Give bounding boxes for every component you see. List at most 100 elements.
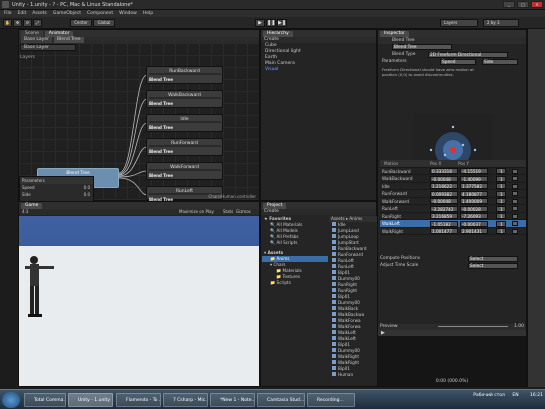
gizmos-toggle[interactable]: Gizmos: [236, 209, 251, 215]
pos-y-field[interactable]: -0.00037: [460, 220, 488, 227]
pos-y-field[interactable]: -7.26093: [460, 213, 488, 219]
desktop-toolbar[interactable]: Рабочий стол: [473, 393, 505, 398]
mirror-checkbox[interactable]: [512, 176, 518, 181]
pos-y-field[interactable]: -1.40099: [460, 175, 488, 182]
pos-x-field[interactable]: 3.216859: [430, 213, 458, 219]
pos-y-field[interactable]: 1.400009: [460, 198, 488, 204]
space-toggle[interactable]: Global: [93, 19, 115, 27]
hierarchy-item-visual[interactable]: Visual: [261, 67, 376, 73]
file-item[interactable]: Human: [329, 372, 377, 378]
pos-y-field[interactable]: 4.180877: [460, 190, 488, 197]
motion-row[interactable]: WalkForward -0.00048 1.400009 1: [380, 198, 526, 205]
time-scale-field[interactable]: 1: [496, 183, 506, 189]
pos-x-field[interactable]: -0.00048: [430, 198, 458, 204]
pos-x-field[interactable]: -1.05182: [430, 220, 458, 227]
layers-dropdown[interactable]: Layers: [440, 19, 478, 27]
param-side[interactable]: Side 0.0: [20, 191, 93, 198]
start-button[interactable]: [2, 392, 20, 408]
project-create[interactable]: Create: [261, 209, 376, 215]
hand-tool-button[interactable]: ✋: [3, 19, 12, 27]
time-scale-field[interactable]: 1: [496, 198, 506, 204]
motion-row[interactable]: RunLeft -3.282742 -0.00028 1: [380, 205, 526, 213]
menu-window[interactable]: Window: [119, 11, 137, 16]
animator-graph[interactable]: Base Layer Layers RunBackward Blend Tree…: [19, 43, 259, 213]
pos-x-field[interactable]: 0.333316: [430, 168, 458, 174]
time-scale-field[interactable]: 1: [496, 213, 506, 219]
time-scale-field[interactable]: 1: [496, 220, 506, 227]
motion-row[interactable]: WalkLeft -1.05182 -0.00037 1: [380, 220, 526, 228]
motion-row[interactable]: Idle 1.216622 1.377582 1: [380, 183, 526, 190]
aspect-dropdown[interactable]: 4:3: [19, 209, 28, 214]
adjust-time-scale-dropdown[interactable]: Select: [468, 263, 518, 269]
name-field[interactable]: Blend Tree: [392, 44, 452, 50]
menu-gameobject[interactable]: GameObject: [53, 11, 81, 16]
tab-hierarchy[interactable]: Hierarchy: [263, 30, 293, 37]
pos-x-field[interactable]: -0.00048: [430, 175, 458, 182]
game-viewport[interactable]: [19, 216, 259, 386]
mirror-checkbox[interactable]: [512, 206, 518, 211]
clock[interactable]: 16:21: [530, 393, 543, 398]
close-button[interactable]: ✕: [531, 1, 543, 8]
taskbar-item[interactable]: Total Comma...: [24, 393, 66, 407]
maximize-on-play-toggle[interactable]: Maximize on Play: [179, 209, 214, 215]
mirror-checkbox[interactable]: [512, 221, 518, 226]
tab-inspector[interactable]: Inspector: [380, 30, 409, 37]
param-y-dropdown[interactable]: Side: [482, 59, 518, 65]
folder-scripts[interactable]: 📁 Scripts: [262, 280, 328, 286]
time-scale-field[interactable]: 1: [496, 190, 506, 197]
pause-button[interactable]: ❚❚: [266, 19, 276, 27]
pos-y-field[interactable]: -0.00028: [460, 205, 488, 212]
motion-row[interactable]: WalkBackward -0.00048 -1.40099 1: [380, 175, 526, 183]
time-scale-field[interactable]: 1: [496, 168, 506, 174]
time-scale-field[interactable]: 1: [496, 228, 506, 234]
pos-x-field[interactable]: 0.009382: [430, 190, 458, 197]
menu-file[interactable]: File: [4, 11, 12, 16]
tab-animator[interactable]: Animator: [44, 30, 74, 37]
taskbar-item[interactable]: Flamendo - To ...: [116, 393, 161, 407]
mirror-checkbox[interactable]: [512, 183, 518, 189]
blend-node-walkbackward[interactable]: WalkBackward Blend Tree: [146, 90, 223, 108]
pivot-toggle[interactable]: Center: [70, 19, 92, 27]
motion-row[interactable]: RunBackward 0.333316 -4.15519 1: [380, 168, 526, 175]
blend-node-runbackward[interactable]: RunBackward Blend Tree: [146, 66, 223, 84]
tab-project[interactable]: Project: [263, 202, 287, 209]
tab-game[interactable]: Game: [21, 202, 43, 209]
pos-y-field[interactable]: 1.377582: [460, 183, 488, 189]
time-scale-field[interactable]: 1: [496, 205, 506, 212]
taskbar-item[interactable]: Unity - 1.unity: [68, 393, 113, 407]
menu-assets[interactable]: Assets: [32, 11, 47, 16]
step-button[interactable]: ▶❚: [277, 19, 287, 27]
taskbar-item[interactable]: Recording...: [307, 393, 355, 407]
language-indicator[interactable]: EN: [512, 393, 518, 398]
pos-y-field[interactable]: 2.901431: [460, 228, 488, 234]
blend-node-runforward[interactable]: RunForward Blend Tree: [146, 138, 223, 156]
pos-x-field[interactable]: -3.282742: [430, 205, 458, 212]
tab-scene[interactable]: Scene: [21, 30, 43, 37]
right-scrollbar[interactable]: [527, 29, 545, 387]
taskbar-item[interactable]: Camtasia Stud...: [257, 393, 305, 407]
motion-row[interactable]: RunRight 3.216859 -7.26093 1: [380, 213, 526, 220]
taskbar-item[interactable]: 7 Csharp - Mic...: [163, 393, 208, 407]
menu-edit[interactable]: Edit: [18, 11, 27, 16]
mirror-checkbox[interactable]: [512, 198, 518, 204]
taskbar-item[interactable]: *New 1 - Note...: [210, 393, 255, 407]
minimize-button[interactable]: _: [503, 1, 515, 8]
motion-row[interactable]: RunForward 0.009382 4.180877 1: [380, 190, 526, 198]
mirror-checkbox[interactable]: [512, 191, 518, 196]
menu-component[interactable]: Component: [87, 11, 113, 16]
blend-node-idle[interactable]: Idle Blend Tree: [146, 114, 223, 132]
layout-dropdown[interactable]: 2 by 3: [483, 19, 519, 27]
scale-tool-button[interactable]: ⤢: [33, 19, 42, 27]
pos-y-field[interactable]: -4.15519: [460, 168, 488, 174]
stats-toggle[interactable]: Stats: [223, 209, 233, 215]
play-button[interactable]: ▶: [255, 19, 265, 27]
maximize-button[interactable]: □: [517, 1, 529, 8]
preview-play-button[interactable]: ▶: [378, 330, 526, 336]
mirror-checkbox[interactable]: [512, 213, 518, 219]
param-x-dropdown[interactable]: Speed: [440, 59, 476, 65]
layer-base-layer[interactable]: Base Layer: [20, 44, 76, 51]
blend-node-walkforward[interactable]: WalkForward Blend Tree: [146, 162, 223, 180]
param-speed[interactable]: Speed 0.0: [20, 184, 93, 191]
pos-x-field[interactable]: 1.216622: [430, 183, 458, 189]
pos-x-field[interactable]: 1.001477: [430, 228, 458, 234]
